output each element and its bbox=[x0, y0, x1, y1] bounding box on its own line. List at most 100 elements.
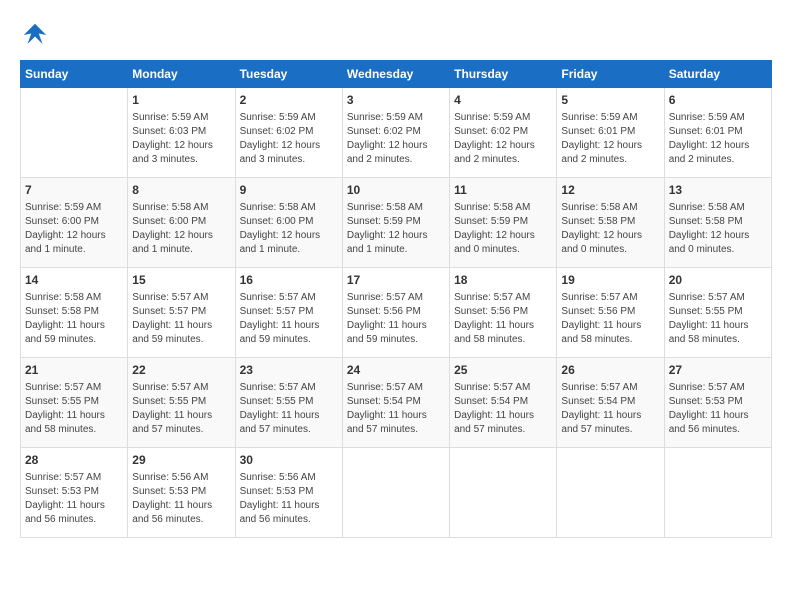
logo bbox=[20, 20, 56, 50]
weekday-header: Wednesday bbox=[342, 61, 449, 88]
calendar-week-row: 1 Sunrise: 5:59 AM Sunset: 6:03 PM Daylig… bbox=[21, 88, 772, 178]
day-number: 11 bbox=[454, 182, 552, 199]
calendar-cell: 21 Sunrise: 5:57 AM Sunset: 5:55 PM Dayli… bbox=[21, 358, 128, 448]
calendar-cell: 4Sunrise: 5:59 AM Sunset: 6:02 PM Daylig… bbox=[450, 88, 557, 178]
calendar-cell: 6Sunrise: 5:59 AM Sunset: 6:01 PM Daylig… bbox=[664, 88, 771, 178]
day-detail: Sunrise: 5:57 AM Sunset: 5:54 PM Dayligh… bbox=[561, 381, 659, 437]
day-number: 28 bbox=[25, 452, 123, 469]
day-detail: Sunrise: 5:57 AM Sunset: 5:53 PM Dayligh… bbox=[669, 381, 767, 437]
calendar-cell bbox=[557, 448, 664, 538]
calendar-cell: 3Sunrise: 5:59 AM Sunset: 6:02 PM Daylig… bbox=[342, 88, 449, 178]
weekday-header: Tuesday bbox=[235, 61, 342, 88]
day-number: 29 bbox=[132, 452, 230, 469]
day-number: 15 bbox=[132, 272, 230, 289]
calendar-cell: 8 Sunrise: 5:58 AM Sunset: 6:00 PM Daylig… bbox=[128, 178, 235, 268]
day-number: 10 bbox=[347, 182, 445, 199]
day-detail: Sunrise: 5:59 AM Sunset: 6:03 PM Dayligh… bbox=[132, 111, 230, 167]
calendar-cell bbox=[21, 88, 128, 178]
calendar-week-row: 28 Sunrise: 5:57 AM Sunset: 5:53 PM Dayli… bbox=[21, 448, 772, 538]
day-number: 2 bbox=[240, 92, 338, 109]
weekday-header: Sunday bbox=[21, 61, 128, 88]
day-detail: Sunrise: 5:57 AM Sunset: 5:56 PM Dayligh… bbox=[561, 291, 659, 347]
day-number: 1 bbox=[132, 92, 230, 109]
calendar-cell: 26 Sunrise: 5:57 AM Sunset: 5:54 PM Dayli… bbox=[557, 358, 664, 448]
day-number: 19 bbox=[561, 272, 659, 289]
day-detail: Sunrise: 5:59 AM Sunset: 6:02 PM Dayligh… bbox=[240, 111, 338, 167]
day-detail: Sunrise: 5:57 AM Sunset: 5:55 PM Dayligh… bbox=[240, 381, 338, 437]
day-number: 16 bbox=[240, 272, 338, 289]
calendar-cell bbox=[664, 448, 771, 538]
day-number: 9 bbox=[240, 182, 338, 199]
weekday-header: Friday bbox=[557, 61, 664, 88]
day-detail: Sunrise: 5:57 AM Sunset: 5:55 PM Dayligh… bbox=[669, 291, 767, 347]
calendar-cell: 14 Sunrise: 5:58 AM Sunset: 5:58 PM Dayli… bbox=[21, 268, 128, 358]
header-row: SundayMondayTuesdayWednesdayThursdayFrid… bbox=[21, 61, 772, 88]
day-number: 22 bbox=[132, 362, 230, 379]
calendar-body: 1 Sunrise: 5:59 AM Sunset: 6:03 PM Daylig… bbox=[21, 88, 772, 538]
calendar-week-row: 7Sunrise: 5:59 AM Sunset: 6:00 PM Daylig… bbox=[21, 178, 772, 268]
day-number: 12 bbox=[561, 182, 659, 199]
day-number: 14 bbox=[25, 272, 123, 289]
calendar-cell: 12 Sunrise: 5:58 AM Sunset: 5:58 PM Dayli… bbox=[557, 178, 664, 268]
day-detail: Sunrise: 5:59 AM Sunset: 6:02 PM Dayligh… bbox=[454, 111, 552, 167]
calendar-cell bbox=[450, 448, 557, 538]
calendar-cell: 7Sunrise: 5:59 AM Sunset: 6:00 PM Daylig… bbox=[21, 178, 128, 268]
calendar-cell: 23 Sunrise: 5:57 AM Sunset: 5:55 PM Dayli… bbox=[235, 358, 342, 448]
day-detail: Sunrise: 5:58 AM Sunset: 6:00 PM Dayligh… bbox=[132, 201, 230, 257]
calendar-week-row: 14 Sunrise: 5:58 AM Sunset: 5:58 PM Dayli… bbox=[21, 268, 772, 358]
day-detail: Sunrise: 5:57 AM Sunset: 5:57 PM Dayligh… bbox=[132, 291, 230, 347]
weekday-header: Saturday bbox=[664, 61, 771, 88]
day-detail: Sunrise: 5:58 AM Sunset: 5:58 PM Dayligh… bbox=[561, 201, 659, 257]
day-detail: Sunrise: 5:59 AM Sunset: 6:00 PM Dayligh… bbox=[25, 201, 123, 257]
day-detail: Sunrise: 5:58 AM Sunset: 5:59 PM Dayligh… bbox=[347, 201, 445, 257]
day-number: 17 bbox=[347, 272, 445, 289]
day-detail: Sunrise: 5:58 AM Sunset: 5:58 PM Dayligh… bbox=[669, 201, 767, 257]
day-detail: Sunrise: 5:56 AM Sunset: 5:53 PM Dayligh… bbox=[132, 471, 230, 527]
calendar-cell: 28 Sunrise: 5:57 AM Sunset: 5:53 PM Dayli… bbox=[21, 448, 128, 538]
page-header bbox=[20, 20, 772, 50]
day-number: 23 bbox=[240, 362, 338, 379]
day-detail: Sunrise: 5:58 AM Sunset: 6:00 PM Dayligh… bbox=[240, 201, 338, 257]
calendar-cell: 5 Sunrise: 5:59 AM Sunset: 6:01 PM Daylig… bbox=[557, 88, 664, 178]
day-detail: Sunrise: 5:57 AM Sunset: 5:54 PM Dayligh… bbox=[454, 381, 552, 437]
calendar-cell: 20Sunrise: 5:57 AM Sunset: 5:55 PM Dayli… bbox=[664, 268, 771, 358]
day-detail: Sunrise: 5:58 AM Sunset: 5:59 PM Dayligh… bbox=[454, 201, 552, 257]
day-number: 24 bbox=[347, 362, 445, 379]
day-number: 18 bbox=[454, 272, 552, 289]
day-detail: Sunrise: 5:59 AM Sunset: 6:01 PM Dayligh… bbox=[561, 111, 659, 167]
calendar-cell: 11 Sunrise: 5:58 AM Sunset: 5:59 PM Dayli… bbox=[450, 178, 557, 268]
day-number: 6 bbox=[669, 92, 767, 109]
weekday-header: Monday bbox=[128, 61, 235, 88]
day-number: 21 bbox=[25, 362, 123, 379]
day-number: 5 bbox=[561, 92, 659, 109]
weekday-header: Thursday bbox=[450, 61, 557, 88]
day-number: 8 bbox=[132, 182, 230, 199]
day-detail: Sunrise: 5:58 AM Sunset: 5:58 PM Dayligh… bbox=[25, 291, 123, 347]
day-detail: Sunrise: 5:57 AM Sunset: 5:55 PM Dayligh… bbox=[25, 381, 123, 437]
calendar-cell: 2 Sunrise: 5:59 AM Sunset: 6:02 PM Daylig… bbox=[235, 88, 342, 178]
day-detail: Sunrise: 5:56 AM Sunset: 5:53 PM Dayligh… bbox=[240, 471, 338, 527]
calendar-cell: 15 Sunrise: 5:57 AM Sunset: 5:57 PM Dayli… bbox=[128, 268, 235, 358]
calendar-cell: 22 Sunrise: 5:57 AM Sunset: 5:55 PM Dayli… bbox=[128, 358, 235, 448]
day-detail: Sunrise: 5:57 AM Sunset: 5:55 PM Dayligh… bbox=[132, 381, 230, 437]
day-detail: Sunrise: 5:57 AM Sunset: 5:57 PM Dayligh… bbox=[240, 291, 338, 347]
day-number: 25 bbox=[454, 362, 552, 379]
day-number: 13 bbox=[669, 182, 767, 199]
calendar-cell: 10 Sunrise: 5:58 AM Sunset: 5:59 PM Dayli… bbox=[342, 178, 449, 268]
calendar-cell: 16 Sunrise: 5:57 AM Sunset: 5:57 PM Dayli… bbox=[235, 268, 342, 358]
logo-icon bbox=[20, 20, 50, 50]
calendar-cell: 24 Sunrise: 5:57 AM Sunset: 5:54 PM Dayli… bbox=[342, 358, 449, 448]
day-detail: Sunrise: 5:57 AM Sunset: 5:54 PM Dayligh… bbox=[347, 381, 445, 437]
calendar-cell: 13 Sunrise: 5:58 AM Sunset: 5:58 PM Dayli… bbox=[664, 178, 771, 268]
day-detail: Sunrise: 5:57 AM Sunset: 5:56 PM Dayligh… bbox=[454, 291, 552, 347]
calendar-cell: 1 Sunrise: 5:59 AM Sunset: 6:03 PM Daylig… bbox=[128, 88, 235, 178]
day-number: 3 bbox=[347, 92, 445, 109]
calendar-cell: 17 Sunrise: 5:57 AM Sunset: 5:56 PM Dayli… bbox=[342, 268, 449, 358]
day-detail: Sunrise: 5:57 AM Sunset: 5:56 PM Dayligh… bbox=[347, 291, 445, 347]
day-number: 30 bbox=[240, 452, 338, 469]
calendar-cell: 29 Sunrise: 5:56 AM Sunset: 5:53 PM Dayli… bbox=[128, 448, 235, 538]
day-detail: Sunrise: 5:57 AM Sunset: 5:53 PM Dayligh… bbox=[25, 471, 123, 527]
day-number: 26 bbox=[561, 362, 659, 379]
calendar-cell: 25 Sunrise: 5:57 AM Sunset: 5:54 PM Dayli… bbox=[450, 358, 557, 448]
calendar-cell: 19 Sunrise: 5:57 AM Sunset: 5:56 PM Dayli… bbox=[557, 268, 664, 358]
